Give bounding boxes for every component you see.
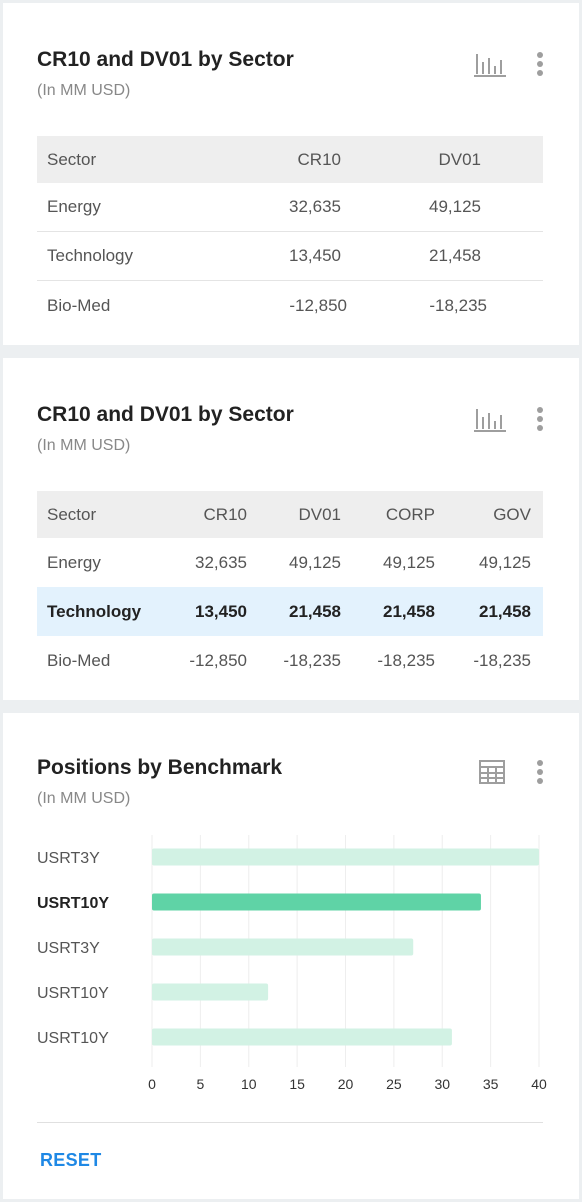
table-row: Energy 32,635 49,125 (37, 183, 543, 232)
x-tick-label: 5 (196, 1076, 204, 1092)
header-gov: GOV (493, 504, 531, 524)
header-dv01: DV01 (298, 504, 341, 524)
category-label: USRT10Y (37, 1030, 109, 1047)
table-row[interactable]: Energy 32,635 49,125 49,125 49,125 (37, 538, 543, 587)
table-row: Technology 13,450 21,458 (37, 232, 543, 281)
table-header: Sector CR10 DV01 (37, 136, 543, 183)
cell-cr10: -12,850 (189, 650, 247, 670)
category-label: USRT10Y (37, 985, 109, 1002)
bar-chart-icon[interactable] (471, 48, 507, 80)
table-header: Sector CR10 DV01 CORP GOV (37, 491, 543, 538)
table-view-icon[interactable] (477, 756, 507, 788)
cell-gov: 21,458 (479, 601, 531, 621)
x-tick-label: 0 (148, 1076, 156, 1092)
x-tick-label: 10 (241, 1076, 257, 1092)
header-sector: Sector (47, 149, 97, 169)
more-vert-icon[interactable] (530, 403, 550, 435)
header-corp: CORP (385, 504, 435, 524)
bar[interactable] (152, 938, 414, 956)
card-subtitle: (In MM USD) (37, 82, 131, 99)
x-tick-label: 35 (483, 1076, 499, 1092)
card-title: Positions by Benchmark (37, 756, 283, 779)
cell-cr10: 13,450 (195, 601, 247, 621)
cell-cr10: -12,850 (289, 295, 347, 315)
cell-gov: -18,235 (473, 650, 531, 670)
table-row[interactable]: Bio-Med -12,850 -18,235 -18,235 -18,235 (37, 636, 543, 685)
bar[interactable] (152, 848, 539, 866)
cell-cr10: 32,635 (195, 552, 247, 572)
cell-dv01: 49,125 (429, 197, 481, 216)
x-tick-label: 30 (434, 1076, 450, 1092)
cell-cr10: 13,450 (289, 246, 341, 265)
bar[interactable] (152, 1028, 452, 1046)
header-cr10: CR10 (297, 149, 341, 169)
cell-sector: Technology (47, 246, 134, 265)
cell-dv01: 21,458 (289, 601, 341, 621)
divider (37, 1122, 543, 1123)
sector-card-extended: CR10 and DV01 by Sector (In MM USD) Sect… (3, 358, 579, 700)
cell-sector: Bio-Med (47, 650, 111, 670)
cell-corp: 49,125 (383, 552, 435, 572)
cell-dv01: 49,125 (289, 552, 341, 572)
sector-table: Sector CR10 DV01 Energy 32,635 49,125 Te… (37, 136, 543, 330)
header-cr10: CR10 (203, 504, 247, 524)
cell-sector: Energy (47, 552, 101, 572)
x-tick-label: 15 (289, 1076, 305, 1092)
sector-card-basic: CR10 and DV01 by Sector (In MM USD) Sect… (3, 3, 579, 345)
x-tick-label: 20 (338, 1076, 354, 1092)
category-label: USRT10Y (37, 895, 109, 912)
card-subtitle: (In MM USD) (37, 437, 131, 454)
cell-sector: Technology (47, 601, 142, 621)
card-title: CR10 and DV01 by Sector (37, 403, 294, 426)
card-subtitle: (In MM USD) (37, 790, 131, 807)
cell-sector: Energy (47, 197, 101, 216)
positions-bar-chart: USRT3Y USRT10Y USRT3Y USRT10Y USRT10Y 0 5 10 15… (37, 835, 547, 1092)
header-sector: Sector (47, 504, 97, 524)
cell-dv01: -18,235 (429, 295, 487, 315)
more-vert-icon[interactable] (530, 48, 550, 80)
cell-gov: 49,125 (479, 552, 531, 572)
category-label: USRT3Y (37, 850, 100, 867)
bar-chart-icon[interactable] (471, 403, 507, 435)
cell-corp: -18,235 (377, 650, 435, 670)
table-row: Bio-Med -12,850 -18,235 (37, 281, 543, 330)
category-label: USRT3Y (37, 940, 100, 957)
bar[interactable] (152, 983, 269, 1001)
header-dv01: DV01 (438, 149, 481, 169)
x-tick-label: 40 (531, 1076, 547, 1092)
bar-highlighted[interactable] (152, 893, 481, 911)
more-vert-icon[interactable] (530, 756, 550, 788)
reset-button[interactable]: RESET (40, 1150, 102, 1171)
x-tick-label: 25 (386, 1076, 402, 1092)
cell-dv01: -18,235 (283, 650, 341, 670)
sector-table-extended: Sector CR10 DV01 CORP GOV Energy 32,635 … (37, 491, 543, 685)
cell-corp: 21,458 (383, 601, 435, 621)
positions-card: Positions by Benchmark (In MM USD) USRT3… (3, 713, 579, 1199)
table-row-selected[interactable]: Technology 13,450 21,458 21,458 21,458 (37, 587, 543, 636)
card-title: CR10 and DV01 by Sector (37, 48, 294, 71)
cell-sector: Bio-Med (47, 295, 111, 315)
cell-dv01: 21,458 (429, 246, 481, 265)
cell-cr10: 32,635 (289, 197, 341, 216)
